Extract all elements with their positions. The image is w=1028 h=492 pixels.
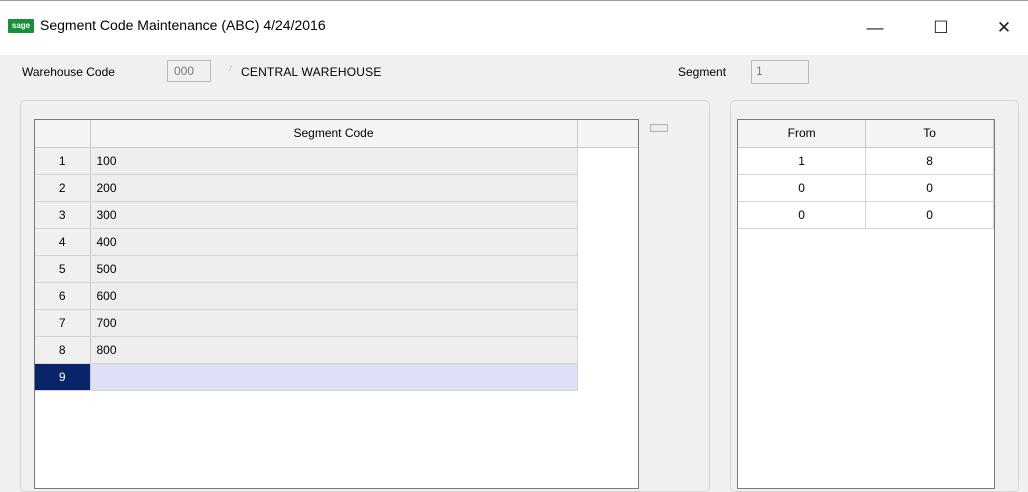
to-column-header: To — [865, 120, 994, 148]
empty-cell — [577, 282, 638, 309]
close-button[interactable]: ✕ — [981, 1, 1027, 55]
from-cell[interactable]: 1 — [738, 147, 867, 175]
table-row[interactable]: 6 600 — [35, 282, 638, 310]
to-cell[interactable]: 0 — [865, 201, 994, 229]
segment-code-cell[interactable]: 500 — [90, 255, 578, 283]
sage-logo-icon: sage — [8, 19, 34, 33]
to-cell[interactable]: 0 — [865, 174, 994, 202]
row-number-header — [35, 120, 91, 148]
from-column-header: From — [738, 120, 867, 148]
segment-code-cell[interactable] — [90, 363, 578, 391]
warehouse-code-label: Warehouse Code — [22, 65, 115, 79]
row-number[interactable]: 2 — [35, 174, 91, 202]
segment-code-cell[interactable]: 700 — [90, 309, 578, 337]
empty-cell — [577, 174, 638, 201]
description-marker-icon: ⁄ — [230, 64, 232, 73]
table-row[interactable]: 3 300 — [35, 201, 638, 229]
segment-code-cell[interactable]: 100 — [90, 147, 578, 175]
empty-cell — [577, 255, 638, 282]
table-row[interactable]: 8 800 — [35, 336, 638, 364]
table-row[interactable]: 4 400 — [35, 228, 638, 256]
from-cell[interactable]: 0 — [738, 201, 867, 229]
table-row[interactable]: 5 500 — [35, 255, 638, 283]
row-number[interactable]: 4 — [35, 228, 91, 256]
table-row[interactable]: 7 700 — [35, 309, 638, 337]
grid-resize-handle[interactable] — [650, 124, 668, 132]
row-number[interactable]: 6 — [35, 282, 91, 310]
warehouse-description: CENTRAL WAREHOUSE — [241, 65, 382, 79]
segment-code-cell[interactable]: 300 — [90, 201, 578, 229]
table-row[interactable]: 9 — [35, 363, 638, 391]
title-bar: sage Segment Code Maintenance (ABC) 4/24… — [0, 0, 1028, 55]
segment-code-column-header[interactable]: Segment Code — [90, 120, 578, 148]
row-number[interactable]: 5 — [35, 255, 91, 283]
range-header-row: From To — [738, 120, 994, 148]
row-number[interactable]: 3 — [35, 201, 91, 229]
empty-cell — [577, 147, 638, 174]
grid-header-row: Segment Code — [35, 120, 638, 148]
empty-cell — [577, 309, 638, 336]
range-row[interactable]: 00 — [738, 174, 994, 202]
table-row[interactable]: 1 100 — [35, 147, 638, 175]
row-number[interactable]: 8 — [35, 336, 91, 364]
range-row[interactable]: 00 — [738, 201, 994, 229]
segment-field[interactable]: 1 — [751, 60, 809, 84]
window-title: Segment Code Maintenance (ABC) 4/24/2016 — [40, 17, 326, 33]
empty-cell — [577, 201, 638, 228]
empty-cell — [577, 336, 638, 363]
from-cell[interactable]: 0 — [738, 174, 867, 202]
range-grid[interactable]: From To 180000 — [737, 119, 995, 489]
table-row[interactable]: 2 200 — [35, 174, 638, 202]
empty-cell — [577, 228, 638, 255]
row-number[interactable]: 1 — [35, 147, 91, 175]
to-cell[interactable]: 8 — [865, 147, 994, 175]
segment-code-grid[interactable]: Segment Code 1 100 2 200 3 300 4 400 5 500 6 600 7 70… — [34, 119, 639, 489]
segment-code-cell[interactable]: 800 — [90, 336, 578, 364]
range-row[interactable]: 18 — [738, 147, 994, 175]
maximize-button[interactable]: ☐ — [918, 1, 964, 55]
row-number[interactable]: 9 — [35, 363, 91, 391]
empty-cell — [577, 363, 638, 390]
segment-label: Segment — [678, 65, 727, 79]
segment-code-cell[interactable]: 200 — [90, 174, 578, 202]
segment-code-cell[interactable]: 600 — [90, 282, 578, 310]
minimize-button[interactable]: — — [852, 1, 898, 55]
segment-code-cell[interactable]: 400 — [90, 228, 578, 256]
extra-column-header — [577, 120, 638, 148]
row-number[interactable]: 7 — [35, 309, 91, 337]
warehouse-code-field[interactable]: 000 — [167, 60, 211, 82]
